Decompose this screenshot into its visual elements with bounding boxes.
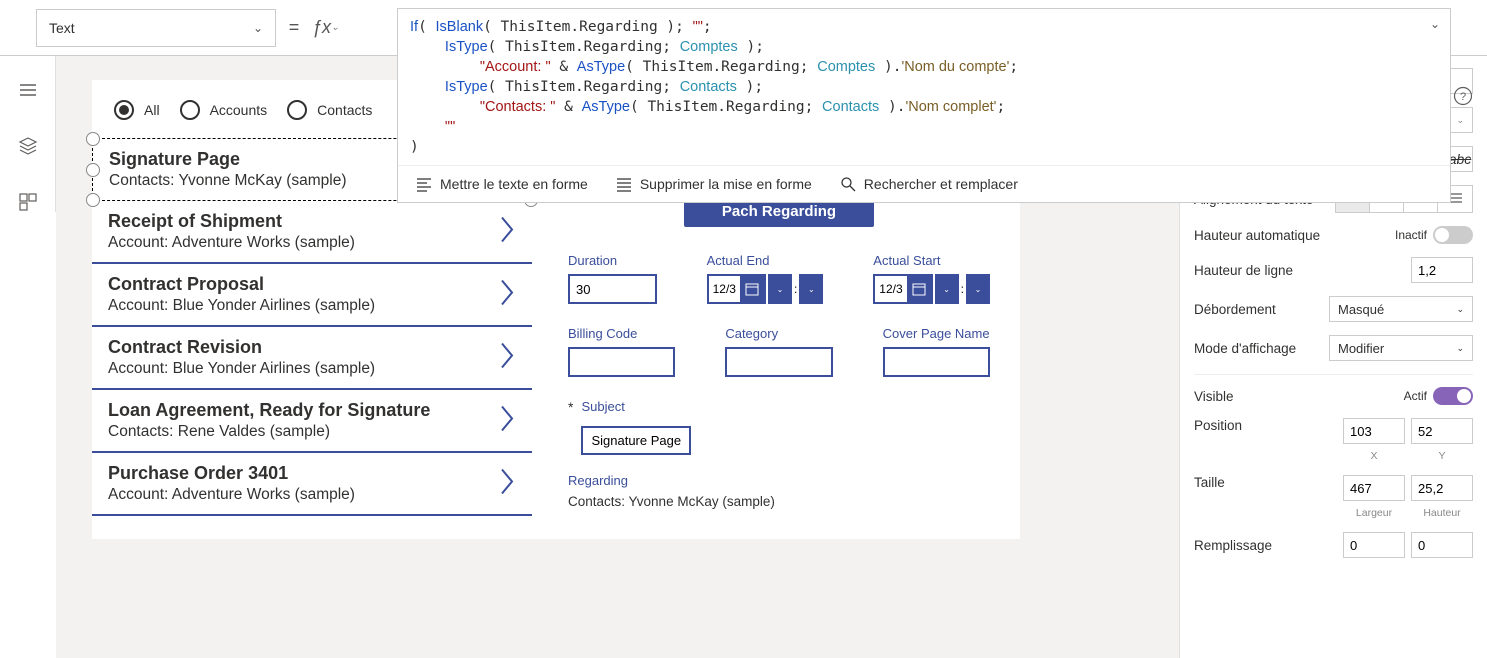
billing-code-label: Billing Code bbox=[568, 326, 675, 341]
formula-bar[interactable]: If( IsBlank( ThisItem.Regarding ); ""; I… bbox=[397, 8, 1451, 203]
radio-contacts[interactable]: Contacts bbox=[287, 100, 372, 120]
equals-label: = bbox=[276, 17, 312, 38]
list-item-title: Receipt of Shipment bbox=[108, 211, 520, 232]
list-item-subtitle: Account: Blue Yonder Airlines (sample) bbox=[108, 297, 520, 315]
list-item-title: Loan Agreement, Ready for Signature bbox=[108, 400, 520, 421]
auto-height-label: Hauteur automatique bbox=[1194, 228, 1395, 243]
minute-dropdown[interactable]: ⌄ bbox=[966, 274, 990, 304]
list-item[interactable]: Purchase Order 3401 Account: Adventure Wo… bbox=[92, 453, 532, 516]
chevron-down-icon[interactable]: ⌄ bbox=[331, 22, 339, 33]
property-selector[interactable]: Text ⌄ bbox=[36, 9, 276, 47]
actual-start-picker[interactable]: 12/3 ⌄:⌄ bbox=[873, 274, 990, 304]
svg-text:?: ? bbox=[1460, 91, 1466, 103]
chevron-down-icon: ⌄ bbox=[1456, 115, 1464, 126]
chevron-right-icon[interactable] bbox=[498, 403, 516, 438]
format-text-icon bbox=[416, 176, 432, 192]
visible-label: Visible bbox=[1194, 389, 1404, 404]
padding-bottom-input[interactable] bbox=[1411, 532, 1473, 558]
line-height-input[interactable] bbox=[1411, 257, 1473, 283]
formula-code[interactable]: If( IsBlank( ThisItem.Regarding ); ""; I… bbox=[398, 9, 1450, 165]
billing-code-input[interactable] bbox=[568, 347, 675, 377]
display-mode-select[interactable]: Modifier⌄ bbox=[1329, 335, 1473, 361]
hour-dropdown[interactable]: ⌄ bbox=[768, 274, 792, 304]
padding-label: Remplissage bbox=[1194, 538, 1343, 553]
auto-height-toggle[interactable] bbox=[1433, 226, 1473, 244]
chevron-right-icon[interactable] bbox=[498, 340, 516, 375]
property-selector-value: Text bbox=[49, 20, 75, 36]
subject-input[interactable]: Signature Page bbox=[581, 426, 691, 455]
list-item[interactable]: Loan Agreement, Ready for Signature Conta… bbox=[92, 390, 532, 453]
left-rail bbox=[0, 56, 56, 212]
search-icon bbox=[840, 176, 856, 192]
format-text-button[interactable]: Mettre le texte en forme bbox=[416, 176, 588, 192]
regarding-value: Contacts: Yvonne McKay (sample) bbox=[568, 494, 990, 509]
list-item-subtitle: Account: Adventure Works (sample) bbox=[108, 486, 520, 504]
overflow-label: Débordement bbox=[1194, 302, 1329, 317]
chevron-right-icon[interactable] bbox=[498, 277, 516, 312]
minute-dropdown[interactable]: ⌄ bbox=[799, 274, 823, 304]
required-indicator: * bbox=[568, 399, 573, 415]
components-icon[interactable] bbox=[18, 192, 38, 212]
list-item[interactable]: Contract Revision Account: Blue Yonder Ai… bbox=[92, 327, 532, 390]
duration-label: Duration bbox=[568, 253, 657, 268]
chevron-down-icon: ⌄ bbox=[1456, 343, 1464, 354]
chevron-down-icon: ⌄ bbox=[1456, 304, 1464, 315]
actual-end-label: Actual End bbox=[707, 253, 824, 268]
radio-accounts[interactable]: Accounts bbox=[180, 100, 268, 120]
list-item-subtitle: Account: Blue Yonder Airlines (sample) bbox=[108, 360, 520, 378]
layers-icon[interactable] bbox=[18, 136, 38, 156]
position-x-input[interactable] bbox=[1343, 418, 1405, 444]
actual-start-label: Actual Start bbox=[873, 253, 990, 268]
list-item[interactable]: Receipt of Shipment Account: Adventure Wo… bbox=[92, 201, 532, 264]
find-replace-button[interactable]: Rechercher et remplacer bbox=[840, 176, 1018, 192]
category-input[interactable] bbox=[725, 347, 832, 377]
list-item-title: Contract Proposal bbox=[108, 274, 520, 295]
fx-label: ƒx ⌄ bbox=[312, 17, 339, 38]
list-item-title: Contract Revision bbox=[108, 337, 520, 358]
overflow-select[interactable]: Masqué⌄ bbox=[1329, 296, 1473, 322]
size-label: Taille bbox=[1194, 475, 1343, 490]
list-item[interactable]: Contract Proposal Account: Blue Yonder Ai… bbox=[92, 264, 532, 327]
chevron-down-icon: ⌄ bbox=[253, 21, 263, 35]
position-label: Position bbox=[1194, 418, 1343, 433]
visible-toggle[interactable] bbox=[1433, 387, 1473, 405]
list-item-title: Purchase Order 3401 bbox=[108, 463, 520, 484]
height-input[interactable] bbox=[1411, 475, 1473, 501]
list-item-subtitle: Account: Adventure Works (sample) bbox=[108, 234, 520, 252]
hour-dropdown[interactable]: ⌄ bbox=[935, 274, 959, 304]
resize-handle[interactable] bbox=[86, 163, 100, 177]
cover-page-input[interactable] bbox=[883, 347, 990, 377]
chevron-right-icon[interactable] bbox=[498, 214, 516, 249]
actual-end-picker[interactable]: 12/3 ⌄:⌄ bbox=[707, 274, 824, 304]
calendar-icon[interactable] bbox=[740, 276, 764, 302]
remove-format-button[interactable]: Supprimer la mise en forme bbox=[616, 176, 812, 192]
help-icon[interactable]: ? bbox=[1453, 86, 1473, 106]
padding-top-input[interactable] bbox=[1343, 532, 1405, 558]
width-input[interactable] bbox=[1343, 475, 1405, 501]
list-item-subtitle: Contacts: Rene Valdes (sample) bbox=[108, 423, 520, 441]
chevron-right-icon[interactable] bbox=[498, 466, 516, 501]
duration-input[interactable] bbox=[568, 274, 657, 304]
remove-format-icon bbox=[616, 176, 632, 192]
calendar-icon[interactable] bbox=[907, 276, 931, 302]
hamburger-icon[interactable] bbox=[18, 80, 38, 100]
line-height-label: Hauteur de ligne bbox=[1194, 263, 1411, 278]
category-label: Category bbox=[725, 326, 832, 341]
display-mode-label: Mode d'affichage bbox=[1194, 341, 1329, 356]
resize-handle[interactable] bbox=[86, 132, 100, 146]
regarding-label: Regarding bbox=[568, 473, 990, 488]
formula-expand-chevron-icon[interactable]: ⌄ bbox=[1430, 17, 1440, 31]
position-y-input[interactable] bbox=[1411, 418, 1473, 444]
radio-all[interactable]: All bbox=[114, 100, 160, 120]
cover-page-label: Cover Page Name bbox=[883, 326, 990, 341]
subject-label: Subject bbox=[581, 399, 691, 414]
